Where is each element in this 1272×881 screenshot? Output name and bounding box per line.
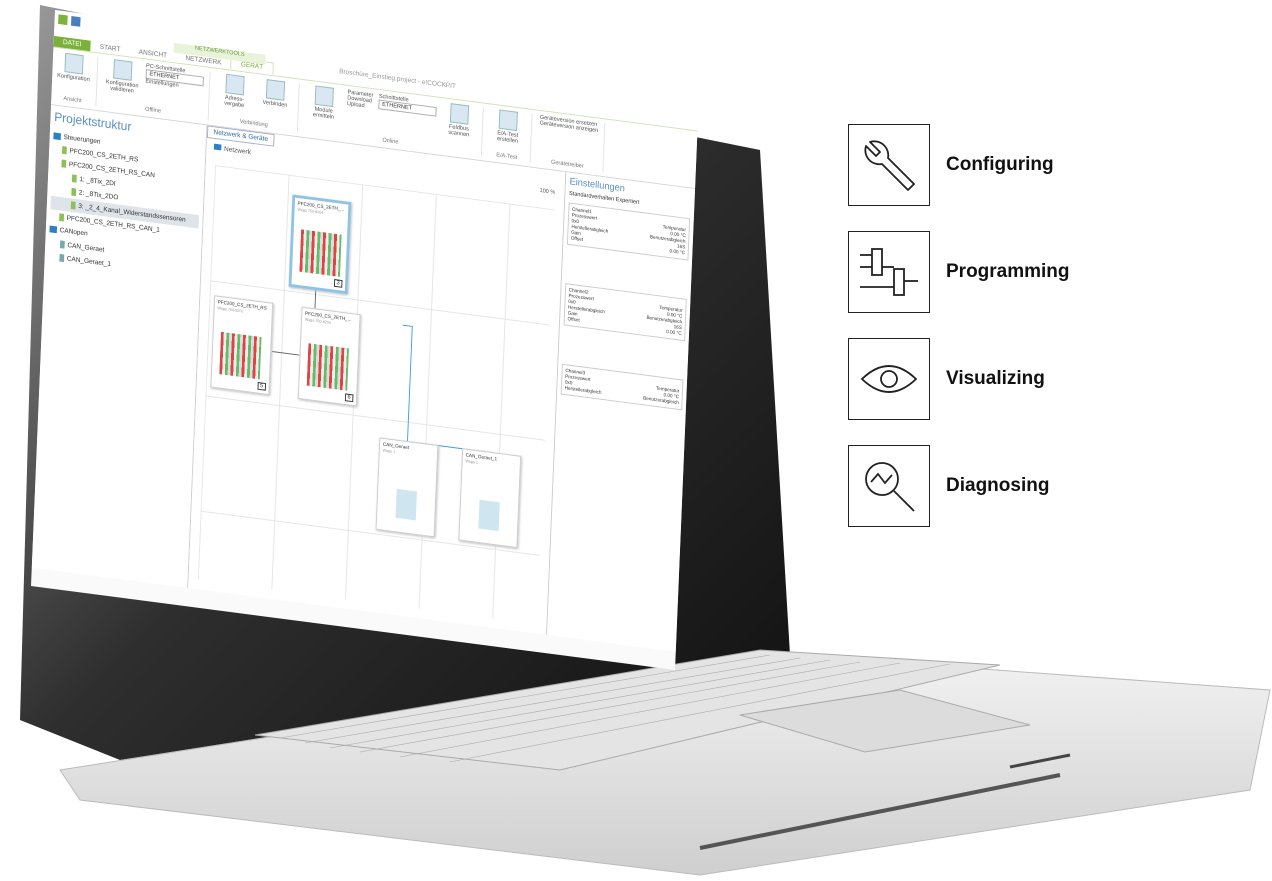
validate-icon	[113, 59, 133, 81]
scan-label: Feldbus scannen	[448, 124, 470, 139]
address-icon	[225, 73, 245, 96]
feature-label: Diagnosing	[946, 475, 1050, 496]
device-image	[306, 343, 349, 391]
device-card[interactable]: PFC200_CS_2ETH_... Wago 750-8204 3	[288, 194, 352, 295]
channel-panel: Channel2 Prozesswert Temperatur 0x0 0.00 °…	[563, 283, 687, 342]
laptop-illustration: NETZWERKTOOLS Broschüre_Einstieg.project…	[0, 0, 1272, 881]
project-tree: Projektstruktur Steuerungen PFC200_CS_2E…	[31, 105, 208, 589]
configuration-button[interactable]: Konfiguration	[56, 52, 92, 83]
connect-button[interactable]: Verbinden	[257, 78, 293, 115]
configuration-label: Konfiguration	[57, 73, 90, 84]
ribbon-group-connection: Adress-vergabe Verbinden Verbindung	[215, 72, 300, 133]
connect-icon	[265, 79, 286, 101]
tree-node-label: CANopen	[59, 227, 88, 238]
device-card[interactable]: CAN_Geraet_1 Wago 1	[458, 448, 522, 549]
feature-programming: Programming	[848, 231, 1070, 313]
configuration-icon	[64, 52, 84, 75]
device-card[interactable]: PFC200_CS_2ETH_RS Wago 750-8202 5	[210, 295, 274, 396]
feature-visualizing: Visualizing	[848, 338, 1045, 420]
module-icon	[71, 188, 77, 197]
address-assignment-button[interactable]: Adress-vergabe	[217, 73, 253, 110]
breadcrumb: Netzwerk	[213, 143, 251, 156]
eye-icon	[848, 338, 930, 420]
device-icon	[59, 253, 65, 262]
settings-panel: Einstellungen Standardverhalten Expertie…	[546, 172, 696, 652]
tree-node-label: CAN_Geraet_1	[66, 255, 112, 268]
app-screen: NETZWERKTOOLS Broschüre_Einstieg.project…	[31, 10, 699, 670]
app-icon	[58, 14, 68, 26]
channel-panel: Channel3 Prozesswert Temperatur 0x0 0.00 °…	[560, 363, 684, 411]
offset-value: 0.00 °C	[669, 248, 686, 257]
io-test-icon	[498, 109, 518, 132]
feature-label: Programming	[946, 261, 1070, 282]
create-io-test-button[interactable]: E/A-Test erstellen	[490, 108, 526, 145]
parameter-group: Parameter Download Upload	[346, 90, 373, 126]
save-icon[interactable]	[71, 16, 81, 27]
detect-modules-button[interactable]: Module ermitteln	[306, 84, 342, 121]
ribbon-group-io-test: E/A-Test erstellen E/A-Test	[489, 108, 533, 163]
group-label-view: Ansicht	[63, 96, 82, 105]
group-label-io-test: E/A-Test	[496, 152, 518, 162]
device-image	[299, 229, 342, 277]
ribbon-group-offline: Konfiguration validieren PC-Schnittstell…	[103, 58, 211, 121]
network-view: Netzwerk & Geräte Netzwerk 100 % PFC200_…	[188, 125, 567, 635]
device-image	[219, 331, 262, 380]
validate-label: Konfiguration validieren	[105, 79, 139, 95]
feature-configuring: Configuring	[848, 124, 1054, 206]
address-label: Adress-vergabe	[224, 94, 245, 109]
module-icon	[70, 201, 76, 210]
detect-modules-label: Module ermitteln	[312, 106, 335, 121]
device-icon	[61, 159, 67, 169]
network-grid	[197, 165, 555, 625]
device-card[interactable]: CAN_Geraet Wago 1	[375, 437, 439, 538]
device-number: 3	[333, 278, 343, 288]
feature-label: Visualizing	[946, 368, 1045, 389]
offset-label: Offset	[567, 316, 580, 324]
create-io-test-label: E/A-Test erstellen	[496, 130, 519, 145]
offset-label: Offset	[570, 235, 584, 243]
folder-icon	[49, 225, 58, 234]
folder-icon	[53, 132, 61, 141]
channel-panel: Channel1 Prozesswert Temperatur 0x0 0.00 °…	[566, 202, 691, 261]
modules-icon	[314, 85, 334, 108]
magnifier-signal-icon	[848, 445, 930, 527]
ladder-logic-icon	[848, 231, 930, 313]
device-number: 5	[257, 381, 267, 391]
interface-group: Schnittstelle ETHERNET	[378, 94, 437, 134]
folder-icon	[213, 143, 222, 151]
ribbon-group-view: Konfiguration Ansicht	[54, 51, 99, 107]
feature-diagnosing: Diagnosing	[848, 445, 1049, 527]
device-image	[395, 488, 417, 521]
connect-label: Verbinden	[262, 99, 288, 109]
zoom-level[interactable]: 100 %	[539, 188, 555, 196]
breadcrumb-network[interactable]: Netzwerk	[224, 146, 251, 156]
device-icon	[61, 146, 67, 155]
scan-icon	[449, 103, 470, 125]
module-icon	[71, 174, 77, 184]
device-number: 6	[344, 393, 354, 403]
pc-interface-group: PC-Schnittstelle ETHERNET Einstellungen	[145, 63, 204, 103]
wrench-icon	[848, 124, 930, 206]
device-card[interactable]: PFC200_CS_2ETH_... Wago 750-8204 6	[297, 306, 361, 407]
feature-label: Configuring	[946, 154, 1054, 175]
scan-fieldbus-button[interactable]: Feldbus scannen	[441, 102, 477, 139]
validate-configuration-button[interactable]: Konfiguration validieren	[104, 58, 140, 95]
offset-value: 0.00 °C	[666, 329, 682, 337]
device-image	[478, 499, 500, 532]
device-icon	[59, 213, 65, 222]
ribbon-group-driver: Geräteversion ersetzen Geräteversion anz…	[537, 114, 606, 173]
device-icon	[59, 240, 65, 249]
workspace: Projektstruktur Steuerungen PFC200_CS_2E…	[31, 105, 696, 652]
